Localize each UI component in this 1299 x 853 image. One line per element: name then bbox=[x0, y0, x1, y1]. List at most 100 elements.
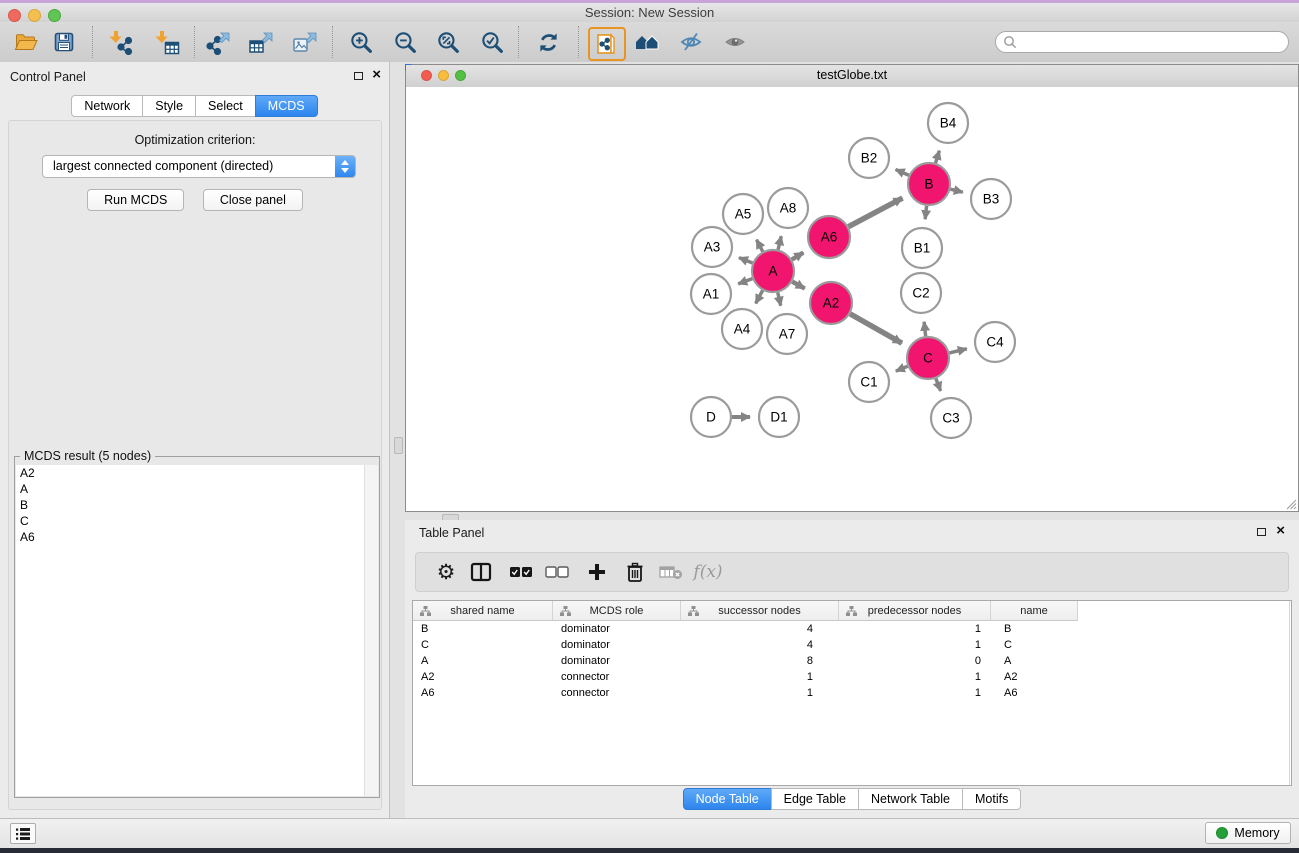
export-network-button[interactable] bbox=[201, 27, 235, 57]
vertical-divider-grip[interactable] bbox=[394, 437, 403, 454]
table-row[interactable]: Bdominator41B bbox=[413, 621, 1291, 637]
mcds-result-item[interactable]: B bbox=[16, 497, 378, 513]
table-scrollbar-track[interactable] bbox=[1289, 601, 1290, 785]
graph-edge-C-C2[interactable] bbox=[924, 322, 926, 336]
column-header-predecessor-nodes[interactable]: predecessor nodes bbox=[839, 601, 991, 621]
graph-node-C2[interactable]: C2 bbox=[901, 273, 941, 313]
graph-edge-A-A3[interactable] bbox=[739, 258, 753, 263]
graph-node-B1[interactable]: B1 bbox=[902, 228, 942, 268]
result-list-scrollbar[interactable] bbox=[364, 465, 378, 796]
graph-node-B[interactable]: B bbox=[908, 163, 950, 205]
mcds-result-list[interactable]: A2ABCA6 bbox=[16, 465, 378, 796]
import-network-button[interactable] bbox=[103, 27, 137, 57]
graph-edge-A-A5[interactable] bbox=[757, 240, 763, 252]
graph-edge-B-B1[interactable] bbox=[925, 206, 926, 219]
mcds-result-item[interactable]: A bbox=[16, 481, 378, 497]
column-header-name[interactable]: name bbox=[991, 601, 1078, 621]
graph-edge-A-A4[interactable] bbox=[756, 290, 763, 303]
import-table-button[interactable] bbox=[149, 27, 183, 57]
tab-network[interactable]: Network bbox=[71, 95, 143, 117]
graph-node-A4[interactable]: A4 bbox=[722, 309, 762, 349]
table-row[interactable]: A2connector11A2 bbox=[413, 669, 1291, 685]
tab-mcds[interactable]: MCDS bbox=[255, 95, 318, 117]
graph-node-A6[interactable]: A6 bbox=[808, 216, 850, 258]
graph-node-A3[interactable]: A3 bbox=[692, 227, 732, 267]
tab-style[interactable]: Style bbox=[142, 95, 196, 117]
save-session-button[interactable] bbox=[47, 27, 81, 57]
graph-node-A7[interactable]: A7 bbox=[767, 314, 807, 354]
graph-node-C1[interactable]: C1 bbox=[849, 362, 889, 402]
tab-edge-table[interactable]: Edge Table bbox=[771, 788, 859, 810]
graph-node-D[interactable]: D bbox=[691, 397, 731, 437]
close-table-panel-icon[interactable]: × bbox=[1276, 522, 1285, 540]
graph-edge-C-C4[interactable] bbox=[949, 349, 966, 353]
show-columns-button[interactable] bbox=[464, 553, 498, 591]
criterion-dropdown[interactable]: largest connected component (directed) bbox=[42, 155, 356, 178]
table-row[interactable]: Adominator80A bbox=[413, 653, 1291, 669]
graph-edge-A2-C[interactable] bbox=[850, 314, 902, 343]
run-mcds-button[interactable]: Run MCDS bbox=[87, 189, 184, 211]
zoom-fit-button[interactable] bbox=[431, 27, 465, 57]
graph-edge-B-B3[interactable] bbox=[950, 189, 962, 192]
graph-node-A[interactable]: A bbox=[752, 250, 794, 292]
column-header-shared-name[interactable]: shared name bbox=[413, 601, 553, 621]
tab-network-table[interactable]: Network Table bbox=[858, 788, 963, 810]
float-table-panel-icon[interactable] bbox=[1257, 528, 1266, 536]
graph-edge-A-A8[interactable] bbox=[778, 236, 781, 249]
reset-view-button[interactable] bbox=[630, 27, 664, 57]
graph-edge-A-A2[interactable] bbox=[792, 282, 804, 289]
select-all-button[interactable] bbox=[504, 553, 538, 591]
mcds-result-item[interactable]: A2 bbox=[16, 465, 378, 481]
export-image-button[interactable] bbox=[288, 27, 322, 57]
table-settings-button[interactable]: ⚙ bbox=[429, 553, 463, 591]
task-history-button[interactable] bbox=[10, 823, 36, 844]
graph-edge-B-B4[interactable] bbox=[936, 151, 940, 163]
column-header-MCDS-role[interactable]: MCDS role bbox=[553, 601, 681, 621]
graph-node-A8[interactable]: A8 bbox=[768, 188, 808, 228]
graph-node-C4[interactable]: C4 bbox=[975, 322, 1015, 362]
float-panel-icon[interactable] bbox=[354, 72, 363, 80]
tab-motifs[interactable]: Motifs bbox=[962, 788, 1021, 810]
mcds-result-item[interactable]: C bbox=[16, 513, 378, 529]
graph-node-D1[interactable]: D1 bbox=[759, 397, 799, 437]
graph-edge-C-C1[interactable] bbox=[896, 366, 908, 371]
graph-edge-C-C3[interactable] bbox=[936, 379, 941, 391]
graph-node-A1[interactable]: A1 bbox=[691, 274, 731, 314]
graph-node-B3[interactable]: B3 bbox=[971, 179, 1011, 219]
memory-button[interactable]: Memory bbox=[1205, 822, 1291, 844]
graph-edge-A-A1[interactable] bbox=[738, 279, 752, 284]
show-graphics-button[interactable] bbox=[718, 27, 752, 57]
zoom-out-button[interactable] bbox=[388, 27, 422, 57]
tab-select[interactable]: Select bbox=[195, 95, 256, 117]
export-table-button[interactable] bbox=[244, 27, 278, 57]
graph-node-B2[interactable]: B2 bbox=[849, 138, 889, 178]
table-row[interactable]: A6connector11A6 bbox=[413, 685, 1291, 701]
open-file-button[interactable] bbox=[9, 27, 43, 57]
graph-edge-B-B2[interactable] bbox=[896, 170, 909, 176]
refresh-button[interactable] bbox=[531, 27, 565, 57]
zoom-selected-button[interactable] bbox=[475, 27, 509, 57]
delete-column-button[interactable] bbox=[618, 553, 652, 591]
zoom-in-button[interactable] bbox=[344, 27, 378, 57]
graph-node-C3[interactable]: C3 bbox=[931, 398, 971, 438]
hide-graphics-button[interactable] bbox=[674, 27, 708, 57]
create-column-button[interactable] bbox=[580, 553, 614, 591]
graph-edge-A-A7[interactable] bbox=[778, 292, 781, 305]
graph-node-C[interactable]: C bbox=[907, 337, 949, 379]
column-header-successor-nodes[interactable]: successor nodes bbox=[681, 601, 839, 621]
tab-node-table[interactable]: Node Table bbox=[683, 788, 772, 810]
network-window-titlebar[interactable]: testGlobe.txt bbox=[406, 65, 1298, 88]
graph-edge-A-A6[interactable] bbox=[792, 253, 804, 260]
graph-node-B4[interactable]: B4 bbox=[928, 103, 968, 143]
window-resize-grip[interactable] bbox=[1284, 497, 1297, 510]
mcds-result-item[interactable]: A6 bbox=[16, 529, 378, 545]
search-input[interactable] bbox=[995, 31, 1289, 53]
close-panel-icon[interactable]: × bbox=[372, 66, 381, 84]
graph-edge-A6-B[interactable] bbox=[848, 198, 902, 227]
close-panel-button[interactable]: Close panel bbox=[203, 189, 303, 211]
deselect-all-button[interactable] bbox=[540, 553, 574, 591]
clone-network-button[interactable] bbox=[588, 27, 626, 61]
table-row[interactable]: Cdominator41C bbox=[413, 637, 1291, 653]
graph-node-A2[interactable]: A2 bbox=[810, 282, 852, 324]
network-graph[interactable]: AA1A2A3A4A5A6A7A8BB1B2B3B4CC1C2C3C4DD1 bbox=[406, 87, 1298, 511]
